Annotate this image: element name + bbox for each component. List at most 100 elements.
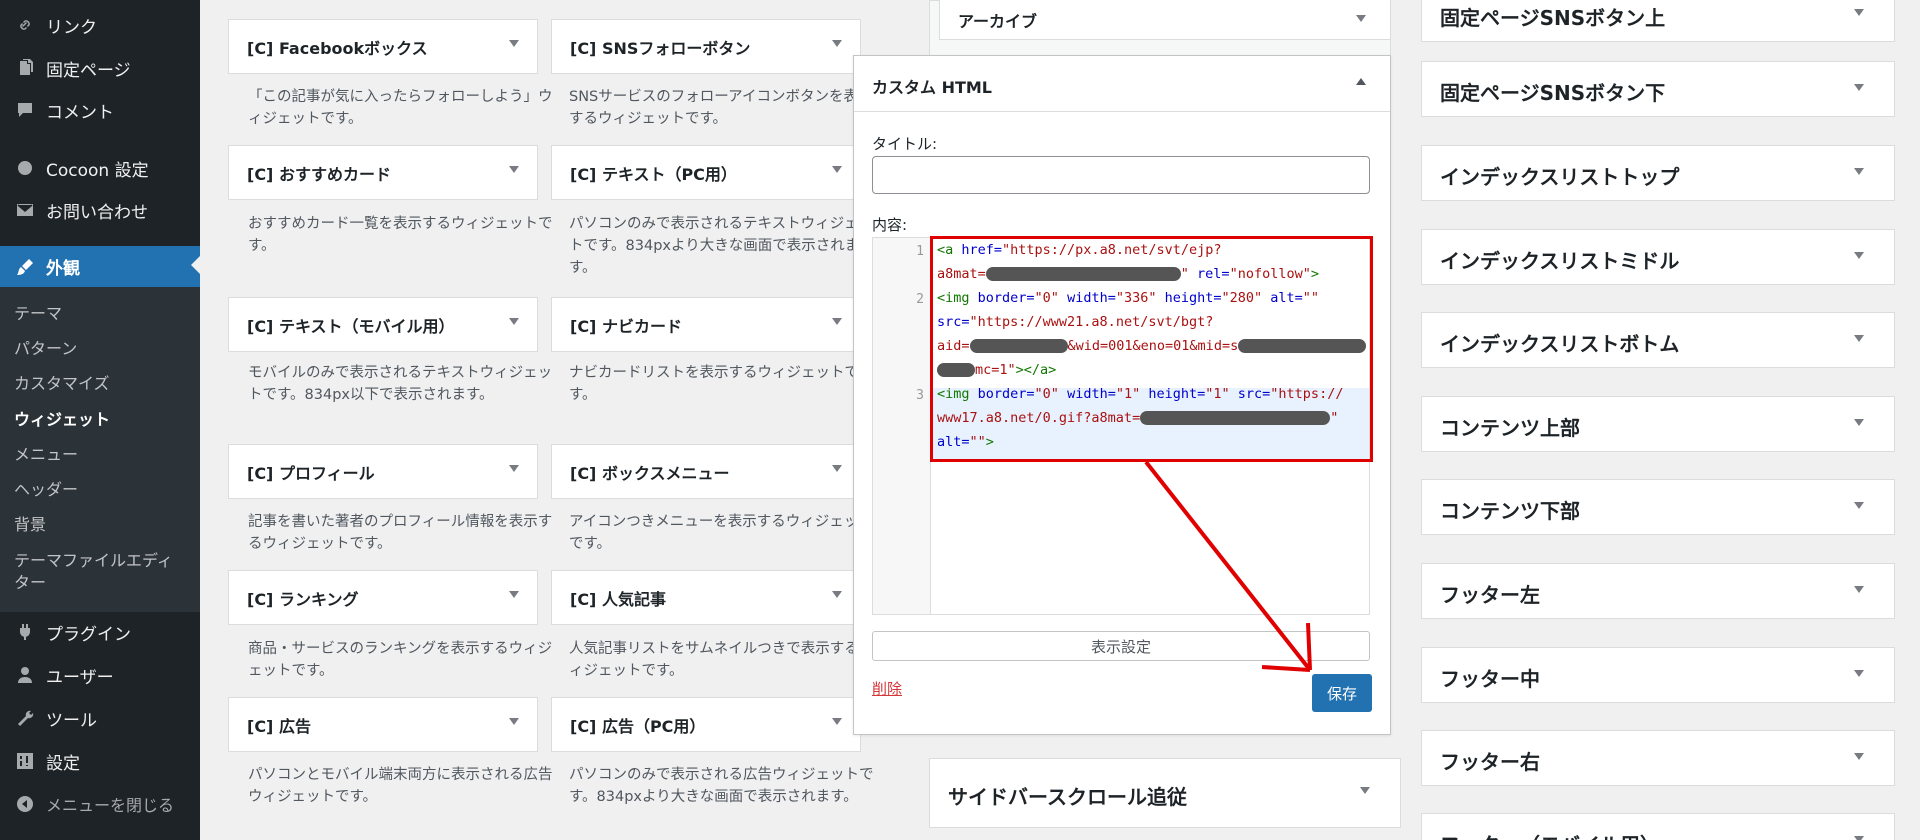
area-content-top[interactable]: コンテンツ上部 xyxy=(1421,396,1895,452)
submenu-menus[interactable]: メニュー xyxy=(14,444,194,466)
plugin-icon xyxy=(14,621,36,643)
chevron-down-icon xyxy=(509,166,519,173)
widget-sns-follow[interactable]: [C] SNSフォローボタン xyxy=(551,19,861,74)
widget-desc: 「この記事が気に入ったらフォローしよう」ウィジェットです。 xyxy=(248,89,553,127)
menu-label: ユーザー xyxy=(46,667,114,688)
submenu-background[interactable]: 背景 xyxy=(14,514,194,536)
menu-appearance[interactable]: 外観 xyxy=(0,246,200,287)
area-footer-mobile[interactable]: フッター（モバイル用） xyxy=(1421,813,1895,840)
widget-facebook-box[interactable]: [C] Facebookボックス xyxy=(228,19,538,74)
widget-popular-posts[interactable]: [C] 人気記事 xyxy=(551,570,861,625)
chevron-down-icon xyxy=(1854,419,1864,426)
submenu-themes[interactable]: テーマ xyxy=(14,303,194,325)
menu-plugins[interactable]: プラグイン xyxy=(0,613,200,651)
chevron-down-icon xyxy=(1854,753,1864,760)
widget-desc: おすすめカード一覧を表示するウィジェットです。 xyxy=(248,216,553,254)
widget-box-menu[interactable]: [C] ボックスメニュー xyxy=(551,444,861,499)
widget-title: [C] SNSフォローボタン xyxy=(570,38,751,58)
chevron-up-icon[interactable] xyxy=(1356,78,1366,85)
collapse-menu[interactable]: メニューを閉じる xyxy=(0,785,200,823)
active-indicator xyxy=(191,256,200,274)
area-title: インデックスリストボトム xyxy=(1440,332,1680,356)
menu-links[interactable]: リンク xyxy=(0,6,200,44)
title-input[interactable] xyxy=(872,156,1370,194)
menu-label: Cocoon 設定 xyxy=(46,160,149,181)
widget-text-pc[interactable]: [C] テキスト（PC用） xyxy=(551,145,861,200)
widget-title: [C] テキスト（モバイル用） xyxy=(247,316,455,336)
chevron-down-icon xyxy=(1854,9,1864,16)
widget-archive[interactable]: アーカイブ xyxy=(939,0,1391,40)
area-page-sns-bottom[interactable]: 固定ページSNSボタン下 xyxy=(1421,61,1895,117)
widget-header[interactable]: カスタム HTML xyxy=(854,56,1390,112)
chevron-down-icon xyxy=(832,318,842,325)
area-title: 固定ページSNSボタン上 xyxy=(1440,6,1666,30)
widget-desc: ナビカードリストを表示するウィジェットです。 xyxy=(569,365,859,403)
widget-title: [C] ナビカード xyxy=(570,316,682,336)
area-footer-right[interactable]: フッター右 xyxy=(1421,730,1895,786)
widget-title: カスタム HTML xyxy=(872,78,992,97)
circle-icon xyxy=(14,157,36,179)
widget-ad-pc[interactable]: [C] 広告（PC用） xyxy=(551,697,861,752)
widget-navi-card[interactable]: [C] ナビカード xyxy=(551,297,861,352)
area-index-bottom[interactable]: インデックスリストボトム xyxy=(1421,312,1895,368)
title-label: タイトル: xyxy=(872,135,938,153)
submenu-widgets[interactable]: ウィジェット xyxy=(14,409,194,431)
widget-ranking[interactable]: [C] ランキング xyxy=(228,570,538,625)
area-sidebar-scroll[interactable]: サイドバースクロール追従 xyxy=(929,758,1401,828)
menu-contact[interactable]: お問い合わせ xyxy=(0,191,200,229)
line-gutter: 1 2 3 xyxy=(873,238,931,614)
chevron-down-icon xyxy=(509,40,519,47)
area-index-top[interactable]: インデックスリストトップ xyxy=(1421,145,1895,201)
content-label: 内容: xyxy=(872,216,908,234)
submenu-theme-editor[interactable]: テーマファイルエディター xyxy=(14,550,174,594)
widget-desc: モバイルのみで表示されるテキストウィジェットです。834px以下で表示されます。 xyxy=(248,365,553,403)
menu-label: 固定ページ xyxy=(46,60,131,81)
area-title: 固定ページSNSボタン下 xyxy=(1440,81,1666,105)
chevron-down-icon xyxy=(1854,84,1864,91)
menu-label: 設定 xyxy=(46,753,80,774)
widget-title: [C] 広告（PC用） xyxy=(570,716,706,736)
highlight-annotation xyxy=(930,236,1373,462)
widget-desc: 人気記事リストをサムネイルつきで表示するウィジェットです。 xyxy=(569,641,874,679)
submenu-header[interactable]: ヘッダー xyxy=(14,479,194,501)
menu-users[interactable]: ユーザー xyxy=(0,656,200,694)
delete-link[interactable]: 削除 xyxy=(872,678,902,699)
widget-profile[interactable]: [C] プロフィール xyxy=(228,444,538,499)
menu-label: お問い合わせ xyxy=(46,202,148,223)
display-settings-button[interactable]: 表示設定 xyxy=(872,631,1370,661)
area-footer-center[interactable]: フッター中 xyxy=(1421,647,1895,703)
area-index-middle[interactable]: インデックスリストミドル xyxy=(1421,229,1895,285)
chevron-down-icon xyxy=(832,465,842,472)
area-footer-left[interactable]: フッター左 xyxy=(1421,563,1895,619)
widget-ad[interactable]: [C] 広告 xyxy=(228,697,538,752)
area-title: フッター左 xyxy=(1440,583,1540,607)
menu-settings[interactable]: 設定 xyxy=(0,742,200,780)
link-icon xyxy=(14,14,36,36)
chevron-down-icon xyxy=(1854,670,1864,677)
widget-recommend-card[interactable]: [C] おすすめカード xyxy=(228,145,538,200)
page-icon xyxy=(14,57,36,79)
widget-title: [C] プロフィール xyxy=(247,463,375,483)
menu-label: ツール xyxy=(46,710,97,731)
menu-comments[interactable]: コメント xyxy=(0,91,200,129)
submenu-customize[interactable]: カスタマイズ xyxy=(14,373,194,395)
submenu-patterns[interactable]: パターン xyxy=(14,338,194,360)
area-title: フッター（モバイル用） xyxy=(1440,829,1660,840)
chevron-down-icon xyxy=(509,318,519,325)
menu-pages[interactable]: 固定ページ xyxy=(0,49,200,87)
chevron-down-icon xyxy=(1854,502,1864,509)
widget-title: [C] おすすめカード xyxy=(247,164,391,184)
area-title: フッター中 xyxy=(1440,667,1540,691)
widget-title: アーカイブ xyxy=(958,12,1038,31)
chevron-down-icon xyxy=(509,465,519,472)
menu-label: コメント xyxy=(46,102,114,123)
area-content-bottom[interactable]: コンテンツ下部 xyxy=(1421,479,1895,535)
widget-desc: アイコンつきメニューを表示するウィジェットです。 xyxy=(569,514,873,552)
menu-tools[interactable]: ツール xyxy=(0,699,200,737)
area-page-sns-top[interactable]: 固定ページSNSボタン上 xyxy=(1421,0,1895,42)
chevron-down-icon xyxy=(509,591,519,598)
menu-cocoon[interactable]: Cocoon 設定 xyxy=(0,149,200,187)
widget-text-mobile[interactable]: [C] テキスト（モバイル用） xyxy=(228,297,538,352)
chevron-down-icon xyxy=(1360,787,1370,794)
save-button[interactable]: 保存 xyxy=(1312,674,1372,712)
